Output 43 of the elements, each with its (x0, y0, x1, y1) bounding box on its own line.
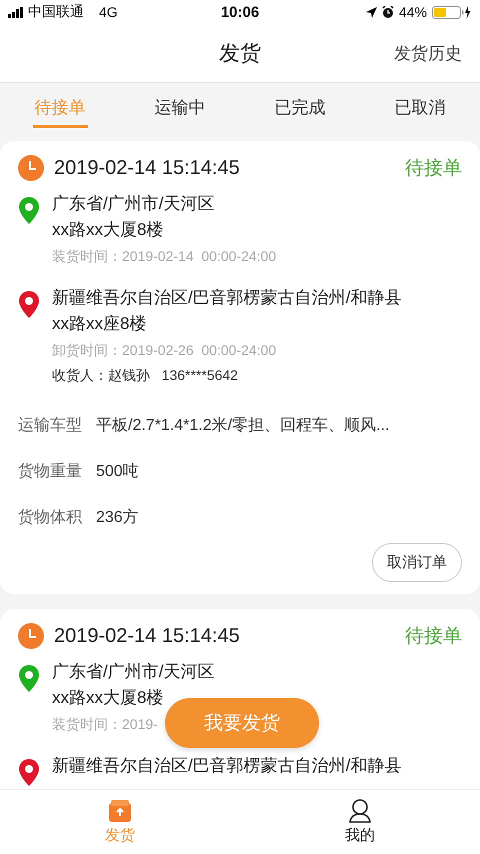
cancel-order-button[interactable]: 取消订单 (372, 543, 462, 582)
signal-icon (8, 6, 23, 18)
address-detail: xx路xx座8楼 (52, 313, 148, 335)
location-arrow-icon (366, 6, 377, 18)
battery-percent: 44% (398, 4, 427, 20)
order-time: 2019-02-14 15:14:45 (54, 624, 241, 648)
address-region: 广东省/广州市/天河区 (52, 193, 216, 215)
spec-value: 500吨 (96, 462, 139, 482)
spec-label: 运输车型 (18, 416, 82, 436)
location-pin-icon (18, 665, 40, 693)
time-window: 装货时间：2019-02-14 00:00-24:00 (52, 243, 276, 269)
history-link[interactable]: 发货历史 (394, 42, 462, 64)
status-tab[interactable]: 已取消 (360, 83, 480, 131)
location-pin-icon (18, 291, 40, 319)
location-pin-icon (18, 197, 40, 225)
network-type: 4G (99, 4, 118, 20)
address-region: 新疆维吾尔自治区/巴音郭楞蒙古自治州/和静县 (52, 287, 402, 309)
page-title: 发货 (219, 41, 261, 67)
address-region: 广东省/广州市/天河区 (52, 661, 214, 683)
order-time: 2019-02-14 15:14:45 (54, 156, 241, 180)
time-window: 卸货时间：2019-02-26 00:00-24:00 (52, 337, 276, 363)
order-status: 待接单 (405, 157, 462, 181)
address-detail: xx路xx大厦8楼 (52, 687, 164, 709)
status-tab[interactable]: 运输中 (120, 83, 240, 131)
carrier-name: 中国联通 (28, 3, 84, 21)
status-tab[interactable]: 已完成 (240, 83, 360, 131)
spec-label: 货物体积 (18, 508, 82, 528)
clock-icon (18, 623, 44, 649)
receiver-info: 收货人：赵钱孙 136****5642 (52, 366, 239, 385)
clock-icon (18, 155, 44, 181)
spec-value: 平板/2.7*1.4*1.2米/零担、回程车、顺风... (96, 416, 390, 436)
user-icon (348, 799, 372, 823)
box-upload-icon (108, 799, 132, 823)
address-region: 新疆维吾尔自治区/巴音郭楞蒙古自治州/和静县 (52, 755, 402, 777)
spec-label: 货物重量 (18, 462, 82, 482)
order-status: 待接单 (405, 625, 462, 649)
clock-time: 10:06 (220, 4, 260, 20)
address-detail: xx路xx大厦8楼 (52, 219, 164, 241)
nav-tab[interactable]: 我的 (240, 790, 480, 854)
time-window: 装货时间：2019- (52, 711, 158, 737)
spec-value: 236方 (96, 508, 139, 528)
alarm-icon (382, 6, 394, 18)
battery-charging-icon (432, 6, 472, 18)
